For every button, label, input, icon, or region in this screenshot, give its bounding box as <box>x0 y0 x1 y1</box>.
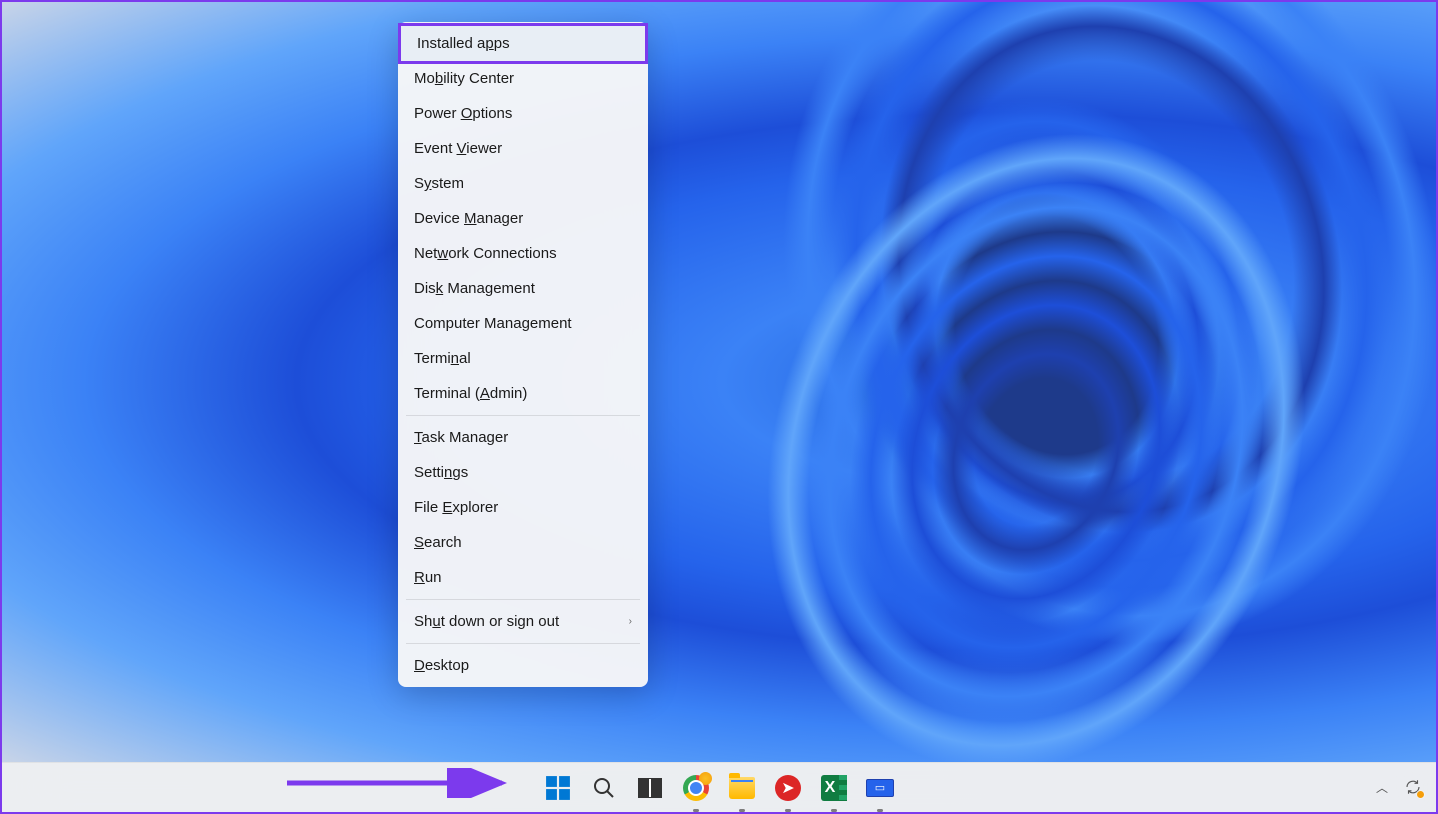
taskbar: ➤ X ︿ <box>2 762 1436 812</box>
menu-item-label: Power Options <box>414 105 512 122</box>
onedrive-sync-icon[interactable] <box>1404 778 1424 798</box>
menu-item-installed-apps[interactable]: Installed apps <box>398 23 648 64</box>
search-button[interactable] <box>590 774 618 802</box>
menu-item-label: Terminal (Admin) <box>414 385 527 402</box>
taskbar-center: ➤ X <box>544 774 894 802</box>
menu-item-label: Settings <box>414 464 468 481</box>
menu-item-terminal[interactable]: Terminal <box>398 341 648 376</box>
menu-item-file-explorer[interactable]: File Explorer <box>398 490 648 525</box>
winx-context-menu: Installed apps Mobility Center Power Optio… <box>398 22 648 687</box>
menu-item-label: Desktop <box>414 657 469 674</box>
menu-item-mobility-center[interactable]: Mobility Center <box>398 61 648 96</box>
menu-item-device-manager[interactable]: Device Manager <box>398 201 648 236</box>
menu-item-system[interactable]: System <box>398 166 648 201</box>
menu-item-label: Run <box>414 569 442 586</box>
desktop-wallpaper[interactable] <box>2 2 1436 762</box>
task-view-button[interactable] <box>636 774 664 802</box>
menu-item-label: Search <box>414 534 462 551</box>
menu-item-label: Disk Management <box>414 280 535 297</box>
menu-item-label: Event Viewer <box>414 140 502 157</box>
menu-item-label: Task Manager <box>414 429 508 446</box>
menu-separator <box>406 599 640 600</box>
file-explorer-app-icon[interactable] <box>728 774 756 802</box>
menu-item-power-options[interactable]: Power Options <box>398 96 648 131</box>
system-tray: ︿ <box>1376 778 1424 798</box>
menu-item-label: Terminal <box>414 350 471 367</box>
menu-item-label: Device Manager <box>414 210 523 227</box>
excel-app-icon[interactable]: X <box>820 774 848 802</box>
menu-item-computer-management[interactable]: Computer Management <box>398 306 648 341</box>
menu-item-label: Computer Management <box>414 315 572 332</box>
menu-separator <box>406 415 640 416</box>
menu-item-disk-management[interactable]: Disk Management <box>398 271 648 306</box>
chevron-right-icon: › <box>629 616 632 627</box>
start-button[interactable] <box>544 774 572 802</box>
menu-item-label: Mobility Center <box>414 70 514 87</box>
annotation-arrow <box>282 768 522 798</box>
menu-item-shut-down-or-sign-out[interactable]: Shut down or sign out › <box>398 604 648 639</box>
menu-item-label: Shut down or sign out <box>414 613 559 630</box>
menu-item-search[interactable]: Search <box>398 525 648 560</box>
menu-item-desktop[interactable]: Desktop <box>398 648 648 683</box>
menu-item-terminal-admin[interactable]: Terminal (Admin) <box>398 376 648 411</box>
menu-separator <box>406 643 640 644</box>
tray-overflow-chevron-icon[interactable]: ︿ <box>1376 779 1388 796</box>
menu-item-event-viewer[interactable]: Event Viewer <box>398 131 648 166</box>
menu-item-label: Installed apps <box>417 35 510 52</box>
menu-item-settings[interactable]: Settings <box>398 455 648 490</box>
menu-item-label: File Explorer <box>414 499 498 516</box>
mail-app-icon[interactable]: ➤ <box>774 774 802 802</box>
menu-item-task-manager[interactable]: Task Manager <box>398 420 648 455</box>
run-app-icon[interactable] <box>866 774 894 802</box>
chrome-app-icon[interactable] <box>682 774 710 802</box>
menu-item-network-connections[interactable]: Network Connections <box>398 236 648 271</box>
menu-item-run[interactable]: Run <box>398 560 648 595</box>
menu-item-label: System <box>414 175 464 192</box>
mail-glyph: ➤ <box>781 778 794 798</box>
menu-item-label: Network Connections <box>414 245 557 262</box>
excel-letter: X <box>825 779 836 797</box>
